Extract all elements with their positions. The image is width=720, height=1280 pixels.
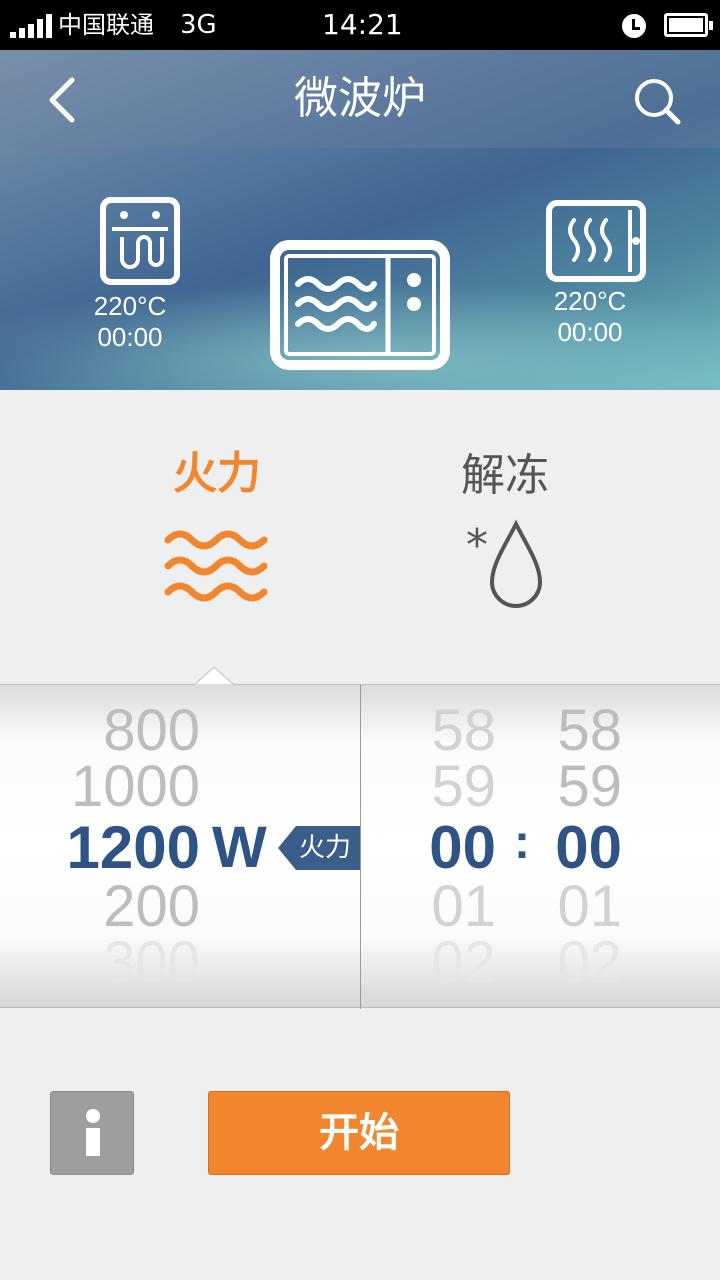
power-option[interactable]: 200 bbox=[40, 877, 200, 937]
tab-fire-power[interactable]: 火力 bbox=[150, 446, 284, 612]
start-button[interactable]: 开始 bbox=[208, 1091, 510, 1175]
tab-thaw-label: 解冻 bbox=[461, 450, 549, 501]
back-arrow-icon bbox=[49, 77, 75, 123]
minute-selected[interactable]: 00 bbox=[420, 815, 496, 881]
page-title: 微波炉 bbox=[294, 73, 426, 124]
power-option[interactable]: 1000 bbox=[40, 757, 200, 817]
carrier-name: 中国联通 bbox=[58, 11, 154, 39]
back-button[interactable] bbox=[30, 70, 94, 130]
status-bar: 中国联通 3G 14:21 bbox=[0, 0, 720, 50]
picker-divider bbox=[360, 685, 361, 1009]
oven-heat-icon bbox=[546, 200, 646, 282]
time-separator: : bbox=[514, 816, 530, 869]
tab-fire-label: 火力 bbox=[173, 448, 261, 499]
power-unit: W bbox=[212, 815, 267, 880]
power-option[interactable]: 300 bbox=[40, 933, 200, 993]
selection-pointer bbox=[194, 667, 234, 685]
alarm-icon bbox=[622, 14, 646, 38]
search-icon bbox=[635, 79, 681, 125]
minute-option[interactable]: 01 bbox=[420, 877, 496, 937]
battery-icon bbox=[664, 13, 713, 37]
power-tag: 火力 bbox=[278, 826, 360, 870]
second-option[interactable]: 02 bbox=[544, 933, 622, 993]
snow-drop-icon: * bbox=[466, 519, 543, 608]
minute-option[interactable]: 59 bbox=[420, 757, 496, 817]
device-time: 00:00 bbox=[97, 322, 163, 352]
svg-text:*: * bbox=[466, 520, 488, 571]
status-time: 14:21 bbox=[322, 8, 403, 41]
search-button[interactable] bbox=[624, 68, 688, 132]
second-option[interactable]: 59 bbox=[544, 757, 622, 817]
steam-oven-icon bbox=[100, 197, 180, 285]
title-bar: 微波炉 bbox=[0, 50, 720, 148]
network-type: 3G bbox=[180, 10, 217, 40]
tab-thaw[interactable]: 解冻 * bbox=[440, 448, 570, 622]
info-icon bbox=[86, 1109, 100, 1156]
device-oven-right[interactable]: 220°C 00:00 bbox=[528, 200, 652, 348]
device-oven-left[interactable]: 220°C 00:00 bbox=[70, 197, 190, 353]
device-temp: 220°C bbox=[553, 286, 627, 316]
second-selected[interactable]: 00 bbox=[544, 815, 622, 881]
microwave-icon bbox=[270, 240, 450, 370]
picker-panel: 800 1000 1200 W 火力 200 300 58 59 00 01 0… bbox=[0, 684, 720, 1009]
power-selected[interactable]: 1200 bbox=[40, 815, 200, 881]
power-option[interactable]: 800 bbox=[40, 701, 200, 761]
second-option[interactable]: 58 bbox=[544, 701, 622, 761]
device-temp: 220°C bbox=[93, 291, 167, 321]
signal-icon bbox=[10, 14, 52, 38]
minute-option[interactable]: 02 bbox=[420, 933, 496, 993]
device-time: 00:00 bbox=[557, 317, 623, 347]
hero-banner: 微波炉 220°C 00:00 220°C 00:00 bbox=[0, 50, 720, 390]
wave-icon bbox=[164, 530, 268, 602]
info-button[interactable] bbox=[50, 1091, 134, 1175]
device-microwave[interactable] bbox=[270, 240, 450, 370]
minute-option[interactable]: 58 bbox=[420, 701, 496, 761]
second-option[interactable]: 01 bbox=[544, 877, 622, 937]
